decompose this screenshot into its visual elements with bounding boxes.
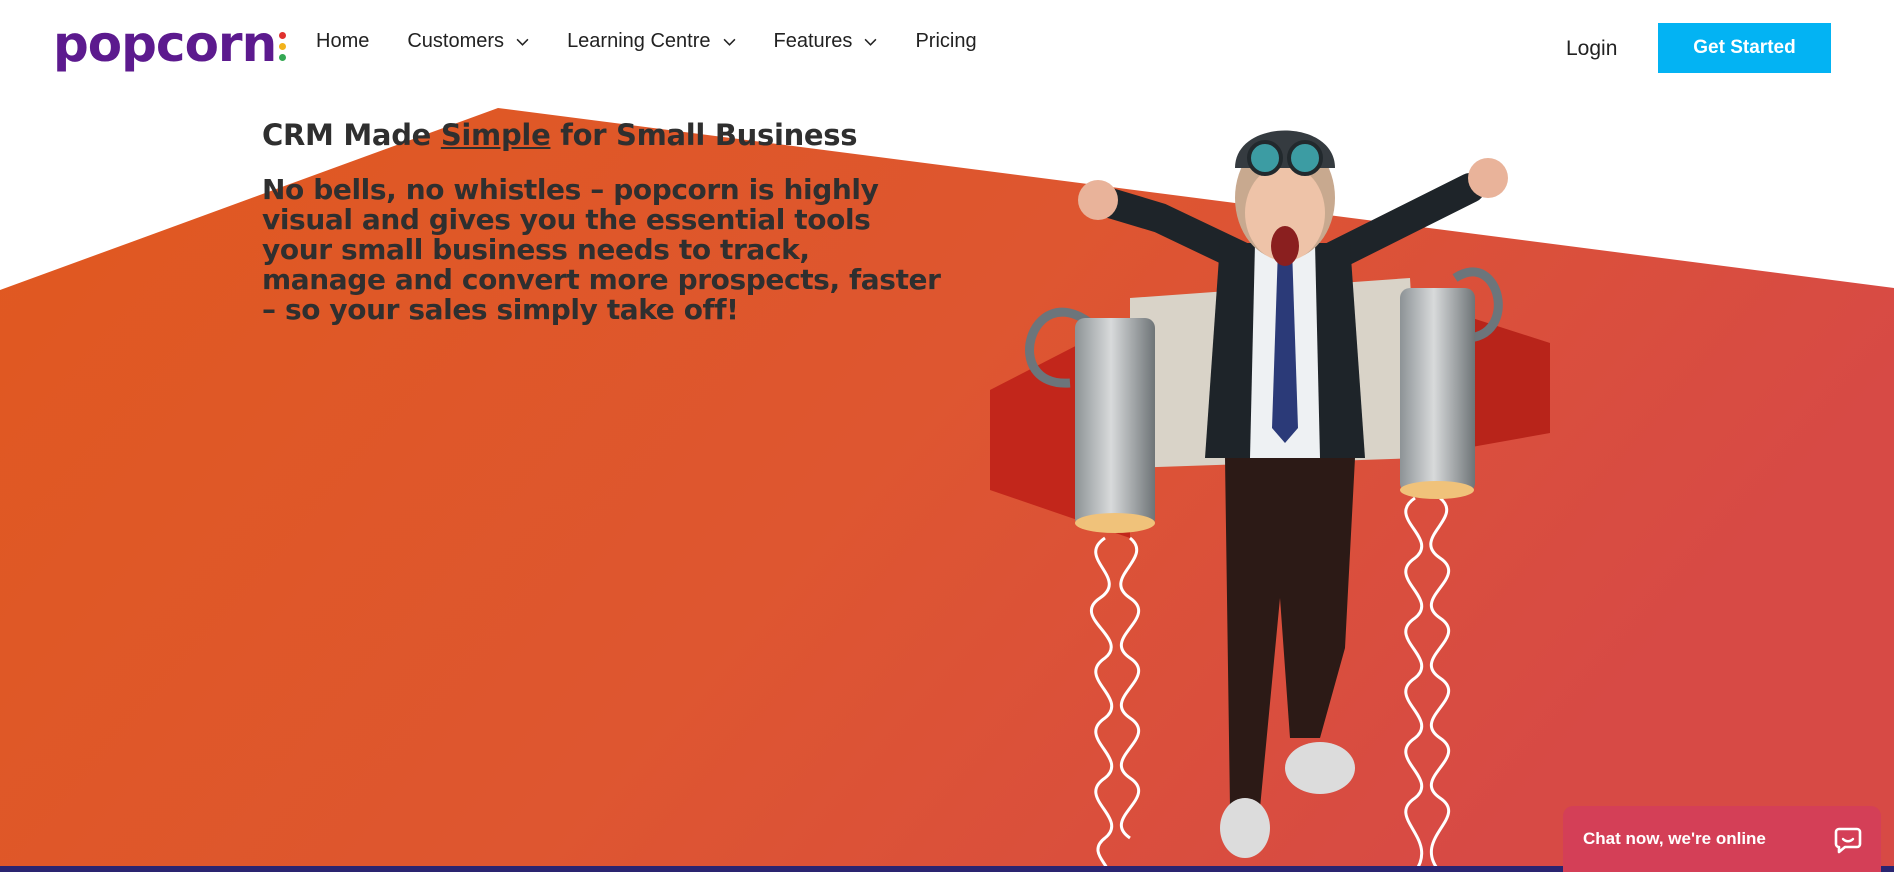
hero-title: CRM Made Simple for Small Business xyxy=(262,118,942,152)
logo-wordmark: popcorn xyxy=(53,15,277,73)
chevron-down-icon xyxy=(516,38,529,46)
logo-dot-red xyxy=(279,32,287,39)
nav-item-label: Pricing xyxy=(915,30,977,52)
nav-item-label: Learning Centre xyxy=(567,30,711,52)
hero-title-end: for Small Business xyxy=(550,118,858,152)
hero-title-emphasis: Simple xyxy=(440,118,551,152)
nav-item-customers[interactable]: Customers xyxy=(407,30,529,53)
logo-dot-green xyxy=(279,54,287,61)
login-link[interactable]: Login xyxy=(1566,37,1617,61)
nav-item-label: Features xyxy=(773,30,853,52)
main-nav: Home Customers Learning Centre Features … xyxy=(316,30,1015,53)
popcorn-logo[interactable]: popcorn xyxy=(53,15,287,76)
chat-widget-button[interactable]: Chat now, we're online xyxy=(1563,806,1881,872)
chevron-down-icon xyxy=(864,38,877,46)
chat-bubble-icon xyxy=(1834,827,1862,854)
hero-subtitle: No bells, no whistles – popcorn is highl… xyxy=(262,173,941,326)
nav-item-home[interactable]: Home xyxy=(316,30,369,53)
chevron-down-icon xyxy=(723,38,735,46)
jetpack-boy-image xyxy=(990,130,1550,872)
nav-item-learning-centre[interactable]: Learning Centre xyxy=(567,30,735,53)
nav-item-features[interactable]: Features xyxy=(774,30,878,53)
nav-item-label: Home xyxy=(316,30,370,52)
logo-dots xyxy=(279,32,287,61)
chat-widget-label: Chat now, we're online xyxy=(1583,829,1766,848)
site-header: popcorn Home Customers Learning Centre F… xyxy=(0,0,1894,92)
hero-title-start: CRM Made xyxy=(262,118,441,152)
hero-copy: CRM Made Simple for Small Business No be… xyxy=(262,118,942,325)
logo-dot-yellow xyxy=(279,43,287,50)
get-started-button[interactable]: Get Started xyxy=(1658,23,1831,73)
nav-item-pricing[interactable]: Pricing xyxy=(915,30,976,53)
nav-item-label: Customers xyxy=(407,30,505,52)
